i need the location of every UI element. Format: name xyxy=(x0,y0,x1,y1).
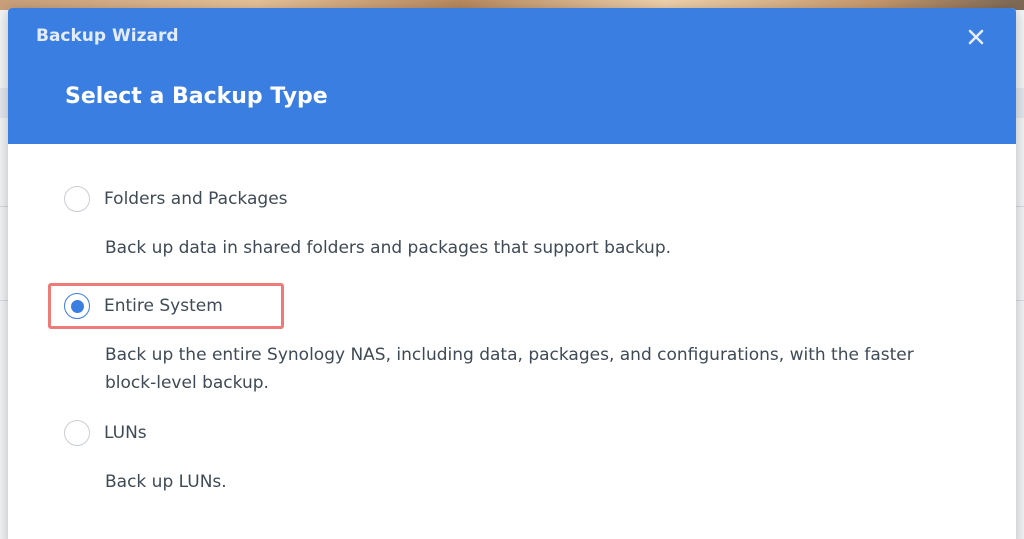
option-label: Entire System xyxy=(104,296,223,316)
dialog-header: Backup Wizard Select a Backup Type xyxy=(8,8,1016,144)
option-label: Folders and Packages xyxy=(104,189,288,209)
dialog-window-title: Backup Wizard xyxy=(36,26,179,46)
page-title: Select a Backup Type xyxy=(65,84,328,109)
radio-luns[interactable] xyxy=(64,420,90,446)
option-description: Back up LUNs. xyxy=(105,472,227,492)
option-label: LUNs xyxy=(104,423,147,443)
backup-wizard-dialog: Backup Wizard Select a Backup Type Folde… xyxy=(8,8,1016,539)
option-luns[interactable]: LUNs xyxy=(64,417,147,449)
close-icon xyxy=(968,29,984,45)
option-description: Back up data in shared folders and packa… xyxy=(105,238,672,258)
option-description: Back up the entire Synology NAS, includi… xyxy=(105,345,914,393)
radio-selected-dot xyxy=(70,299,84,313)
radio-entire-system[interactable] xyxy=(64,293,90,319)
option-folders-and-packages[interactable]: Folders and Packages xyxy=(64,183,288,215)
close-button[interactable] xyxy=(963,24,989,50)
radio-folders-and-packages[interactable] xyxy=(64,186,90,212)
option-entire-system[interactable]: Entire System xyxy=(64,290,223,322)
